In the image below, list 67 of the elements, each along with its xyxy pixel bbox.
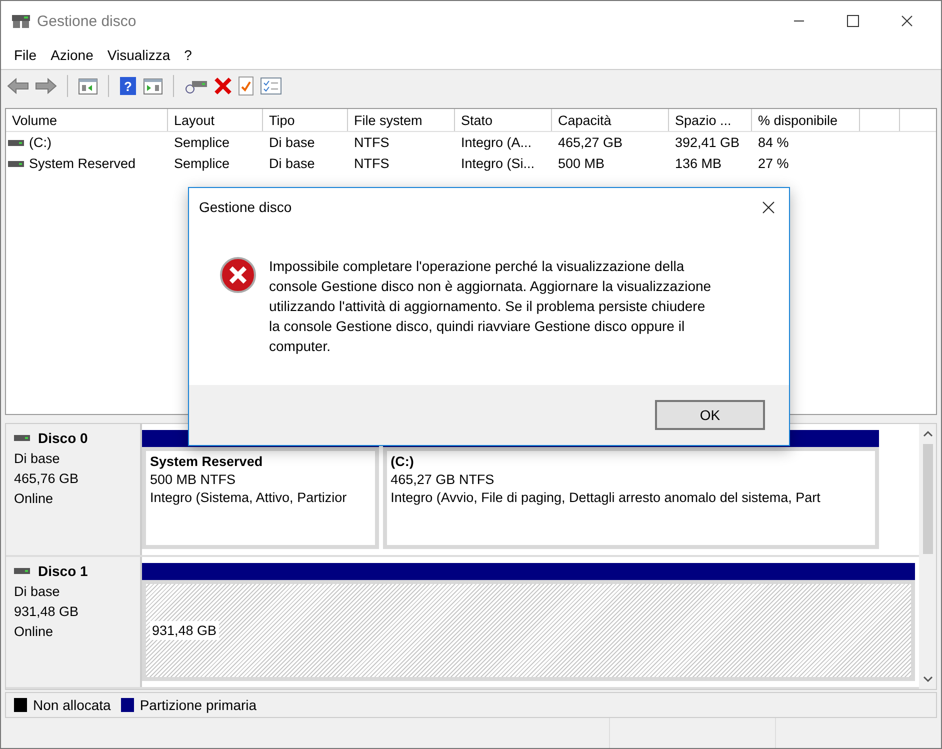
disk-name: Disco 1: [38, 562, 88, 578]
error-message: Impossibile completare l'operazione perché la visualizzazione della console Gestione disco non è aggiornata. Aggiornare la visualizzazione utilizzando l'attività di aggiornamento. Se il problema persiste chiudere la console Gestione disco, quindi riavviare Gestione disco oppure il computer.: [269, 257, 712, 356]
scroll-down-icon[interactable]: [922, 675, 932, 683]
drive-icon: [14, 434, 30, 442]
table-cell: 392,41 GB: [675, 135, 740, 150]
table-cell: Semplice: [174, 135, 230, 150]
disk-label-panel[interactable]: Disco 0 Di base 465,76 GB Online: [6, 424, 142, 554]
table-cell: 500 MB: [558, 156, 605, 171]
table-cell: 84 %: [758, 135, 789, 150]
partition-name: System Reserved: [150, 454, 264, 469]
table-cell: Semplice: [174, 156, 230, 171]
disk-size: 465,76 GB: [14, 471, 80, 486]
unallocated-block[interactable]: 931,48 GB: [142, 580, 915, 681]
partition-name: (C:): [390, 454, 415, 469]
partition-size: 500 MB NTFS: [150, 472, 237, 487]
delete-icon[interactable]: [214, 77, 232, 95]
menu-item[interactable]: File: [7, 47, 44, 63]
forward-arrow-icon[interactable]: [35, 77, 57, 95]
legend-label: Partizione primaria: [140, 697, 257, 713]
app-icon: [11, 13, 31, 29]
disk-status: Online: [14, 491, 54, 506]
window-title: Gestione disco: [37, 12, 136, 30]
menu-item[interactable]: Azione: [44, 47, 100, 63]
table-cell: Integro (A...: [461, 135, 532, 150]
disk-label-panel[interactable]: Disco 1 Di base 931,48 GB Online: [6, 556, 142, 687]
table-cell: 136 MB: [675, 156, 722, 171]
disk-name: Disco 0: [38, 430, 88, 446]
scrollbar-thumb[interactable]: [922, 444, 932, 554]
scrollbar[interactable]: [919, 424, 936, 689]
dialog-title: Gestione disco: [199, 199, 292, 215]
partition-block[interactable]: (C:) 465,27 GB NTFS Integro (Avvio, File di paging, Dettagli arresto anomalo del sistema, Part: [382, 447, 879, 548]
drive-icon: [14, 566, 30, 574]
table-cell: 27 %: [758, 156, 789, 171]
table-cell: 465,27 GB: [558, 135, 623, 150]
table-cell: Integro (Si...: [461, 156, 535, 171]
scroll-up-icon[interactable]: [922, 430, 932, 438]
drive-icon: [8, 160, 24, 168]
legend-label: Non allocata: [33, 697, 111, 713]
error-icon: [219, 256, 257, 294]
disk-status: Online: [14, 624, 54, 638]
menu-item[interactable]: Visualizza: [100, 47, 178, 63]
table-cell: System Reserved: [29, 156, 136, 171]
partition-size: 465,27 GB NTFS: [390, 472, 496, 487]
table-cell: (C:): [29, 135, 52, 150]
partition-status: Integro (Sistema, Attivo, Partizior: [150, 490, 348, 505]
table-cell: NTFS: [354, 156, 390, 171]
maximize-icon[interactable]: [847, 15, 859, 27]
table-cell: NTFS: [354, 135, 390, 150]
checklist-icon[interactable]: [260, 77, 282, 95]
ok-button[interactable]: OK: [655, 400, 765, 430]
window-panel-icon[interactable]: [78, 77, 98, 95]
menu-item[interactable]: ?: [177, 47, 199, 63]
window-panel-icon[interactable]: [143, 77, 163, 95]
back-arrow-icon[interactable]: [7, 77, 29, 95]
disk-size: 931,48 GB: [14, 604, 80, 618]
partition-block[interactable]: System Reserved 500 MB NTFS Integro (Sistema, Attivo, Partizior: [142, 447, 379, 548]
close-icon[interactable]: [762, 200, 775, 214]
table-cell: Di base: [269, 135, 315, 150]
table-cell: Di base: [269, 156, 315, 171]
help-icon[interactable]: ?: [119, 76, 137, 96]
disk-type: Di base: [14, 451, 61, 466]
drive-icon: [8, 138, 24, 146]
partition-size: 931,48 GB: [150, 620, 219, 640]
disk-type: Di base: [14, 584, 61, 598]
partition-status: Integro (Avvio, File di paging, Dettagli arresto anomalo del sistema, Part: [390, 490, 822, 505]
close-icon[interactable]: [901, 15, 913, 27]
checked-document-icon[interactable]: [238, 76, 254, 96]
